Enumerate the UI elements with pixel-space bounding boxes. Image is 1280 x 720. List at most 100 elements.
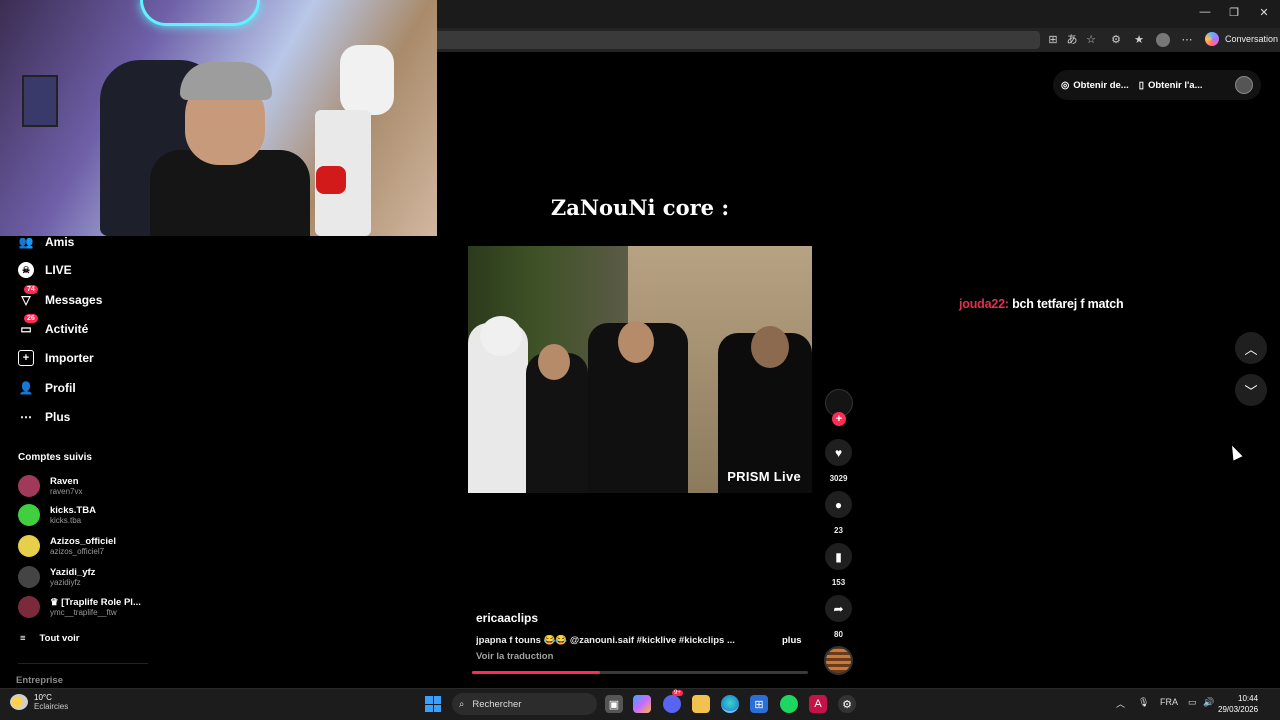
get-desktop-button[interactable]: ◎ Obtenir de... [1061,80,1129,91]
get-app-button[interactable]: ▯ Obtenir l'a... [1139,80,1203,91]
sidebar-item-more[interactable]: ⋯ Plus [18,409,70,425]
followed-account[interactable]: kicks.TBA kicks.tba [18,504,96,526]
sidebar-item-messages[interactable]: ▽ 74 Messages [18,285,102,308]
avatar [18,475,40,497]
browser-titlebar [437,0,1280,28]
app-icon[interactable]: A [809,695,827,713]
weather-temp: 10°C [34,693,52,702]
network-icon[interactable]: ▭ [1188,697,1197,708]
followed-account[interactable]: Raven raven7vx [18,475,82,497]
video-title: ZaNouNi core : [550,195,730,220]
sidebar-item-label: Plus [45,410,71,424]
followed-account[interactable]: Azizos_officiel azizos_officiel7 [18,535,116,557]
account-handle: azizos_officiel7 [50,547,105,556]
save-button[interactable]: ▮ [825,543,852,570]
search-icon: ⌕ [459,698,465,710]
upload-icon: + [18,350,34,366]
video-author[interactable]: ericaaclips [476,611,538,625]
progress-bar[interactable] [472,671,808,674]
mouse-cursor [1227,443,1243,461]
task-view-icon[interactable]: ▣ [605,695,623,713]
microphone-icon[interactable]: 🎙 [1138,697,1149,708]
discord-icon[interactable]: 9+ [663,690,683,713]
weather-widget[interactable]: 10°C Eclaircies [10,693,68,711]
translate-link[interactable]: Voir la traduction [476,651,553,662]
store-icon[interactable]: ⊞ [750,695,768,713]
save-count: 153 [831,578,846,587]
sidebar-item-friends[interactable]: 👥 Amis [18,234,75,250]
activity-icon: ▭ 26 [18,314,38,337]
favorites-icon[interactable]: ★ [1132,33,1146,47]
get-app-label: Obtenir l'a... [1147,79,1203,91]
divider [18,663,148,664]
copilot-app-icon[interactable] [633,695,651,713]
like-count: 3029 [829,474,848,483]
profile-icon[interactable] [1156,33,1170,47]
close-button[interactable]: ✕ [1255,6,1273,22]
account-name: Raven [50,476,79,487]
weather-condition: Eclaircies [34,702,69,711]
sidebar-item-profile[interactable]: 👤 Profil [18,380,76,396]
taskbar-search[interactable]: ⌕ Rechercher [452,693,597,715]
clock-date: 29/03/2026 [1218,705,1259,714]
address-bar[interactable] [437,31,1040,49]
comment-icon: ● [834,497,843,512]
entreprise-link[interactable]: Entreprise [16,675,63,686]
edge-icon[interactable] [721,695,739,713]
account-name: Yazidi_yfz [50,567,96,578]
webcam-overlay [0,0,437,236]
video-player[interactable]: PRISM Live [468,246,812,493]
sidebar-item-label: Importer [45,351,94,365]
messages-badge: 74 [24,285,38,294]
file-explorer-icon[interactable] [692,695,710,713]
language-indicator[interactable]: FRA [1160,697,1178,707]
previous-video-button[interactable]: ︿ [1235,332,1267,364]
live-icon: ☠ [18,262,34,278]
account-handle: raven7vx [50,487,83,496]
comment-button[interactable]: ● [825,491,852,518]
extension-icon[interactable]: ⚙ [1109,33,1123,47]
desktop-icon: ◎ [1061,79,1070,91]
account-handle: yazidiyfz [50,578,81,587]
phone-icon: ▯ [1138,79,1144,91]
followed-account[interactable]: Yazidi_yfz yazidiyfz [18,566,95,588]
chat-message: jouda22: bch tetfarej f match [959,297,1124,311]
sidebar-item-upload[interactable]: + Importer [18,350,94,366]
star-icon[interactable]: ☆ [1084,33,1098,47]
clock[interactable]: 10:44 29/03/2026 [1218,693,1258,715]
spotify-icon[interactable] [780,695,798,713]
weather-icon [10,694,28,710]
sidebar-item-label: LIVE [45,263,72,277]
sidebar-item-label: Profil [45,381,76,395]
see-all-button[interactable]: ≡ Tout voir [20,633,79,644]
start-button[interactable] [425,696,441,712]
sidebar-item-activity[interactable]: ▭ 26 Activité [18,314,88,337]
followed-accounts-title: Comptes suivis [18,452,92,463]
share-button[interactable]: ➦ [825,595,852,622]
maximize-button[interactable]: ❐ [1225,6,1243,22]
bookmark-icon: ▮ [835,549,842,564]
more-button[interactable]: plus [782,635,802,646]
chevron-up-icon: ︿ [1244,341,1258,357]
video-description: jpapna f touns 😂😂 @zanouni.saif #kickliv… [476,635,735,646]
list-icon: ≡ [20,633,26,644]
see-all-label: Tout voir [39,633,80,644]
minimize-button[interactable]: — [1196,6,1214,22]
sidebar-item-live[interactable]: ☠ LIVE [18,262,72,278]
translate-icon[interactable]: あ [1065,33,1079,47]
follow-button[interactable]: + [832,412,846,426]
next-video-button[interactable]: ﹀ [1235,374,1267,406]
avatar[interactable] [1235,76,1253,94]
like-button[interactable]: ♥ [825,439,852,466]
followed-account[interactable]: ♛ [Traplife Role Pl... ymc__traplife__ftw [18,596,141,618]
more-icon[interactable]: ⋯ [1180,33,1194,47]
account-name: kicks.TBA [50,505,96,516]
app-icon[interactable]: ⊞ [1046,33,1060,47]
settings-icon[interactable]: ⚙ [838,695,856,713]
music-disc[interactable] [824,646,853,675]
volume-icon[interactable]: 🔊 [1203,697,1214,708]
friends-icon: 👥 [18,235,34,249]
tray-chevron-icon[interactable]: ︿ [1116,697,1125,710]
copilot-button[interactable]: Conversation [1205,32,1278,46]
messages-icon: ▽ 74 [18,285,38,308]
